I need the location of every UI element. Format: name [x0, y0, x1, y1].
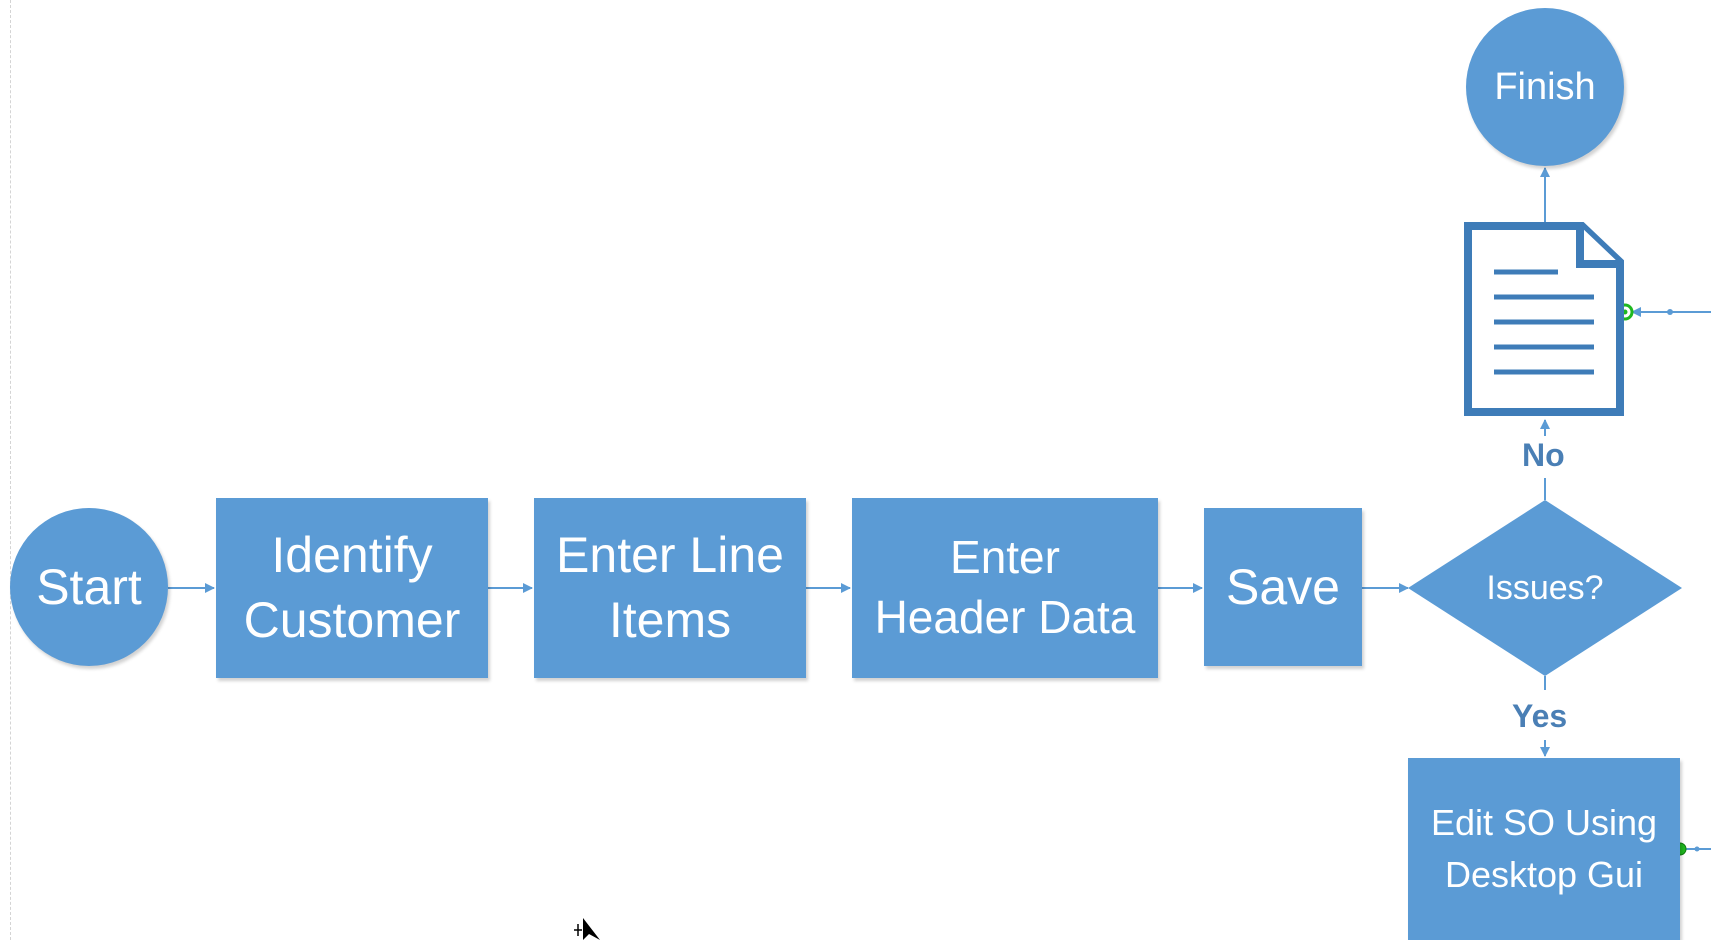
- process-enter-line-items-label: Enter Line Items: [556, 527, 784, 648]
- process-save[interactable]: Save: [1204, 508, 1362, 666]
- process-edit-so-label: Edit SO Using Desktop Gui: [1430, 801, 1658, 895]
- finish-node[interactable]: Finish: [1466, 8, 1624, 166]
- process-enter-header-data-label: Enter Header Data: [874, 531, 1136, 643]
- process-identify-customer[interactable]: Identify Customer: [216, 498, 488, 678]
- start-node[interactable]: Start: [10, 508, 168, 666]
- connection-point[interactable]: [1667, 309, 1673, 315]
- edge-label-no: No: [1522, 437, 1565, 473]
- process-enter-header-data[interactable]: Enter Header Data: [852, 498, 1158, 678]
- decision-issues-label: Issues?: [1486, 569, 1603, 607]
- mouse-cursor-icon: [574, 918, 600, 940]
- process-edit-so[interactable]: Edit SO Using Desktop Gui: [1408, 758, 1680, 940]
- document-icon[interactable]: [1464, 222, 1624, 416]
- finish-node-label: Finish: [1494, 65, 1596, 108]
- start-node-label: Start: [36, 559, 142, 615]
- edge-label-yes: Yes: [1512, 698, 1568, 734]
- process-enter-line-items[interactable]: Enter Line Items: [534, 498, 806, 678]
- connection-point[interactable]: [1694, 846, 1700, 852]
- process-save-label: Save: [1226, 559, 1340, 615]
- process-identify-customer-label: Identify Customer: [243, 527, 461, 648]
